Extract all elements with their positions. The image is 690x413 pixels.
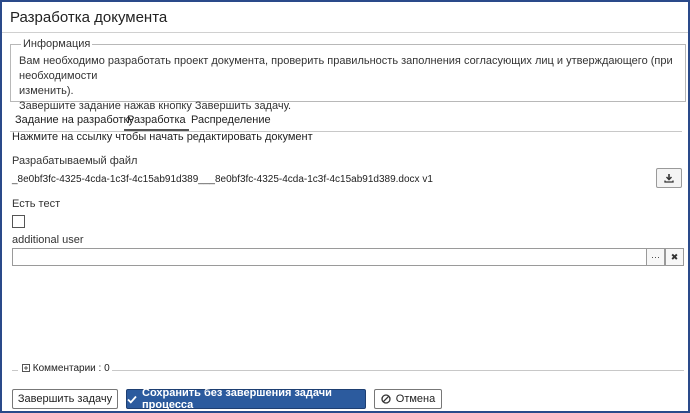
comments-toggle[interactable]: Комментарии : 0 [20,363,112,374]
plus-square-icon [22,364,30,372]
comments-divider-right [108,370,684,371]
additional-user-label: additional user [12,234,84,246]
save-without-completing-label: Сохранить без завершения задачи процесса [142,387,332,411]
title-bar: Разработка документа [2,2,688,33]
comments-label: Комментарии : 0 [32,363,110,374]
checkmark-icon [127,395,137,404]
cancel-button[interactable]: Отмена [374,389,442,409]
additional-user-input[interactable] [12,248,652,266]
task-window: Разработка документа Информация Вам необ… [0,0,690,413]
clear-user-button[interactable]: ✖ [665,248,684,266]
tab-bar: Задание на разработку Разработка Распред… [10,112,682,132]
comments-divider-left [12,370,18,371]
cancel-circle-icon [381,394,391,404]
browse-users-button[interactable]: ··· [646,248,665,266]
cancel-label: Отмена [395,393,436,405]
file-link[interactable]: _8e0bf3fc-4325-4cda-1c3f-4c15ab91d389___… [12,174,433,185]
window-title: Разработка документа [10,9,168,26]
tab-distribution[interactable]: Распределение [188,112,274,129]
info-text-line-1: Вам необходимо разработать проект докуме… [19,55,673,82]
download-button[interactable] [656,168,682,188]
complete-task-label: Завершить задачу [17,393,113,405]
info-panel: Информация Вам необходимо разработать пр… [10,38,686,112]
info-text-line-2: изменить). [19,85,74,97]
edit-hint-text: Нажмите на ссылку чтобы начать редактиро… [12,131,313,143]
info-legend: Информация [23,38,91,50]
test-label: Есть тест [12,198,61,210]
complete-task-button[interactable]: Завершить задачу [12,389,118,409]
file-label: Разрабатываемый файл [12,155,138,167]
tab-task-for-development[interactable]: Задание на разработку [12,112,137,129]
download-icon [664,173,674,183]
test-checkbox[interactable] [12,215,25,228]
close-icon: ✖ [670,251,679,262]
ellipsis-icon: ··· [651,252,660,262]
tab-development[interactable]: Разработка [124,112,189,131]
save-without-completing-button[interactable]: Сохранить без завершения задачи процесса [126,387,366,411]
